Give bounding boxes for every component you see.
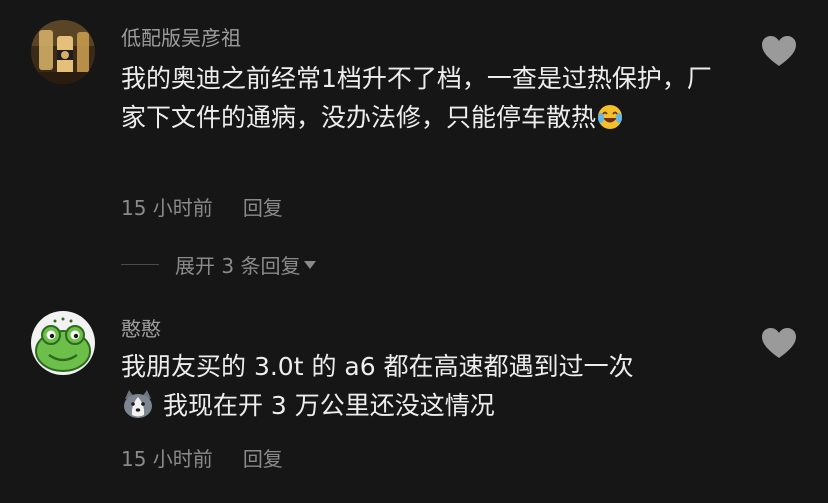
comment-meta: 15 小时前 回复 — [121, 443, 283, 472]
green-frog-avatar-icon — [31, 311, 95, 375]
laughing-crying-emoji-icon — [596, 103, 624, 142]
expand-replies-label: 展开 3 条回复 — [175, 253, 301, 278]
comment-item: 低配版吴彦祖 我的奥迪之前经常1档升不了档，一查是过热保护，厂家下文件的通病，没… — [0, 0, 828, 240]
heart-icon — [762, 36, 796, 66]
reply-button[interactable]: 回复 — [243, 447, 283, 471]
heart-icon — [762, 328, 796, 358]
like-button[interactable] — [760, 326, 798, 360]
comment-text-content: 我现在开 3 万公里还没这情况 — [162, 391, 495, 420]
user-avatar[interactable] — [31, 311, 95, 375]
comment-text-line-wrap: 我现在开 3 万公里还没这情况 — [121, 386, 736, 430]
like-button[interactable] — [760, 34, 798, 68]
comment-username[interactable]: 低配版吴彦祖 — [121, 22, 241, 51]
comment-meta: 15 小时前 回复 — [121, 192, 283, 221]
milk-tea-avatar-icon — [31, 20, 95, 84]
user-avatar[interactable] — [31, 20, 95, 84]
comment-username[interactable]: 憨憨 — [121, 313, 161, 342]
comment-item: 憨憨 我朋友买的 3.0t 的 a6 都在高速都遇到过一次 我现在开 3 万公里… — [0, 300, 828, 503]
comment-text: 我朋友买的 3.0t 的 a6 都在高速都遇到过一次 我现在开 3 万公里还没这… — [121, 347, 736, 430]
husky-dog-emoji-icon — [121, 389, 155, 430]
caret-down-icon — [304, 261, 317, 269]
reply-button[interactable]: 回复 — [243, 196, 283, 220]
comment-timestamp: 15 小时前 — [121, 196, 213, 220]
comment-timestamp: 15 小时前 — [121, 447, 213, 471]
comment-text: 我的奥迪之前经常1档升不了档，一查是过热保护，厂家下文件的通病，没办法修，只能停… — [121, 59, 736, 142]
divider-line — [121, 263, 159, 265]
expand-replies-button[interactable]: 展开 3 条回复 — [121, 250, 317, 278]
comment-text-line: 我朋友买的 3.0t 的 a6 都在高速都遇到过一次 — [121, 352, 634, 381]
